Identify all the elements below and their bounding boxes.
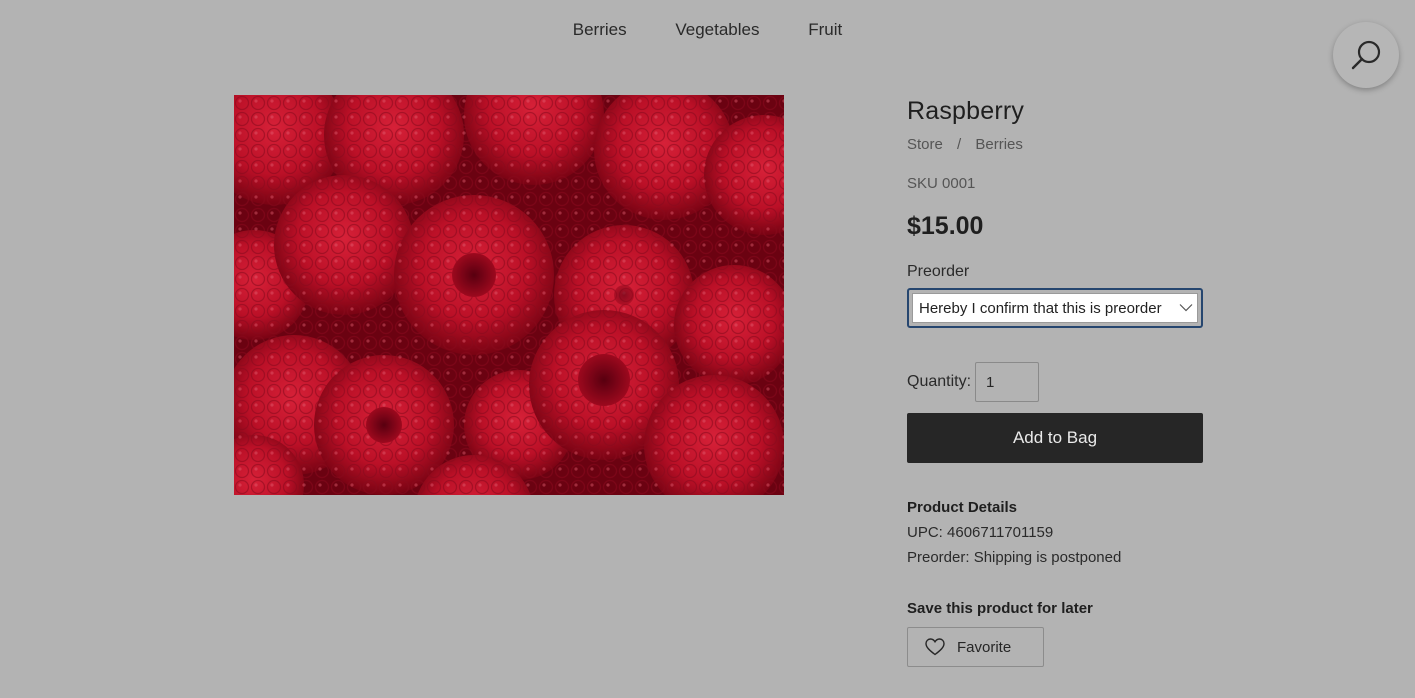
top-navigation: Berries Vegetables Fruit — [0, 20, 1415, 40]
preorder-select[interactable]: Hereby I confirm that this is preorder — [912, 293, 1198, 323]
add-to-bag-button[interactable]: Add to Bag — [907, 413, 1203, 463]
product-sku: SKU 0001 — [907, 175, 976, 192]
heart-icon — [925, 638, 945, 656]
search-icon — [1351, 40, 1381, 70]
breadcrumb: Store / Berries — [907, 136, 1207, 153]
raspberries-photo — [234, 95, 784, 495]
product-details-heading: Product Details — [907, 499, 1018, 516]
product-preorder-note: Preorder: Shipping is postponed — [907, 549, 1122, 566]
breadcrumb-item-berries[interactable]: Berries — [975, 136, 1023, 153]
preorder-label: Preorder — [907, 263, 970, 280]
product-image — [234, 95, 784, 495]
chevron-down-icon — [1177, 299, 1193, 317]
breadcrumb-separator: / — [957, 136, 962, 153]
favorite-button[interactable]: Favorite — [907, 627, 1044, 667]
product-info-panel: Raspberry Store / Berries SKU 0001 $15.0… — [907, 95, 1207, 667]
product-title: Raspberry — [907, 97, 1025, 125]
preorder-select-focus-ring: Hereby I confirm that this is preorder — [907, 288, 1203, 328]
search-button[interactable] — [1333, 22, 1399, 88]
nav-item-berries[interactable]: Berries — [573, 20, 627, 40]
preorder-selected-value: Hereby I confirm that this is preorder — [919, 299, 1162, 317]
favorite-label: Favorite — [957, 638, 1012, 656]
quantity-row: Quantity: 1 — [907, 362, 1207, 402]
nav-item-vegetables[interactable]: Vegetables — [675, 20, 759, 40]
breadcrumb-item-store[interactable]: Store — [907, 136, 943, 153]
save-for-later-heading: Save this product for later — [907, 600, 1093, 617]
quantity-label: Quantity: — [907, 373, 972, 390]
quantity-input[interactable]: 1 — [975, 362, 1040, 402]
nav-item-fruit[interactable]: Fruit — [808, 20, 842, 40]
product-price: $15.00 — [907, 212, 984, 240]
product-upc: UPC: 4606711701159 — [907, 524, 1054, 541]
